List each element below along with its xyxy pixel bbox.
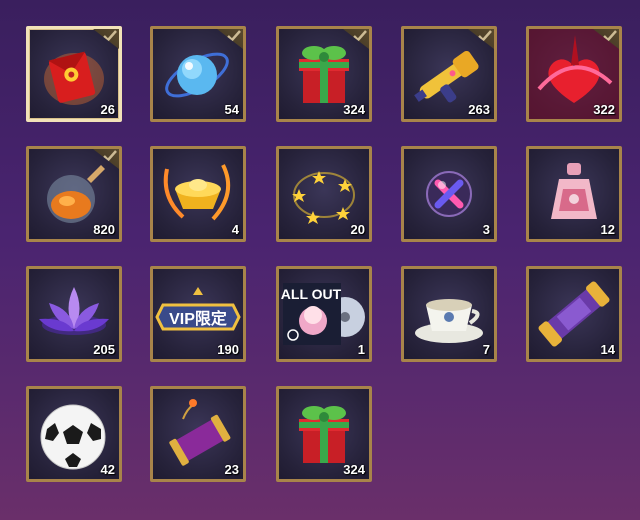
item-slot-gold-ingot[interactable]: 4: [150, 146, 246, 242]
item-count: 7: [482, 342, 490, 357]
item-slot-soccer-ball[interactable]: 42: [26, 386, 122, 482]
inventory-grid: 26 54 324 263 322 820 4 20 3 12 205 VIP限…: [0, 0, 640, 520]
vip-badge-text: VIP限定: [169, 309, 227, 328]
item-slot-gift-box-2[interactable]: 324: [276, 386, 372, 482]
item-slot-blue-orb[interactable]: 54: [150, 26, 246, 122]
item-count: 205: [93, 342, 115, 357]
item-count: 322: [593, 102, 615, 117]
item-slot-water-gun[interactable]: 263: [401, 26, 497, 122]
item-count: 42: [100, 462, 115, 477]
item-slot-gift-box[interactable]: 324: [276, 26, 372, 122]
item-count: 190: [217, 342, 239, 357]
item-slot-firecracker[interactable]: 23: [150, 386, 246, 482]
item-slot-red-envelope[interactable]: 26: [26, 26, 122, 122]
item-count: 3: [482, 222, 490, 237]
item-slot-purple-lotus[interactable]: 205: [26, 266, 122, 362]
album-icon: ALL OUT: [281, 283, 365, 345]
item-count: 23: [224, 462, 239, 477]
item-slot-star-ring[interactable]: 20: [276, 146, 372, 242]
item-slot-tea-cup[interactable]: 7: [401, 266, 497, 362]
item-count: 26: [100, 102, 115, 117]
item-slot-perfume-bottle[interactable]: 12: [526, 146, 622, 242]
item-count: 14: [600, 342, 615, 357]
tea-cup-icon: [415, 299, 483, 343]
gold-ingot-icon: [163, 164, 231, 221]
item-slot-scroll-tube[interactable]: 14: [526, 266, 622, 362]
crossed-orb-icon: [426, 171, 472, 217]
item-slot-album[interactable]: ALL OUT 1: [276, 266, 372, 362]
item-count: 1: [357, 342, 365, 357]
item-count: 20: [350, 222, 365, 237]
item-count: 12: [600, 222, 615, 237]
item-count: 4: [231, 222, 239, 237]
item-slot-red-heart-spell[interactable]: 322: [526, 26, 622, 122]
item-slot-crossed-orb[interactable]: 3: [401, 146, 497, 242]
item-count: 263: [468, 102, 490, 117]
item-count: 820: [93, 222, 115, 237]
item-slot-vip-badge[interactable]: VIP限定 190: [150, 266, 246, 362]
item-count: 54: [224, 102, 239, 117]
item-count: 324: [343, 102, 365, 117]
item-slot-honey-orb[interactable]: 820: [26, 146, 122, 242]
item-count: 324: [343, 462, 365, 477]
album-title-text: ALL OUT: [281, 286, 342, 302]
